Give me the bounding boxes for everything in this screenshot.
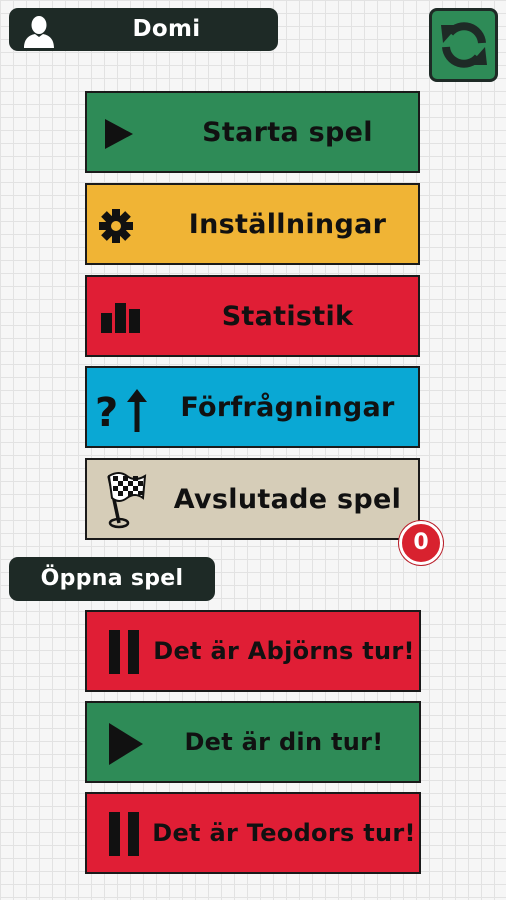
user-bar[interactable]: Domi — [9, 8, 278, 51]
question-arrow-icon: ? — [95, 388, 151, 439]
finished-games-button[interactable]: Avslutade spel — [85, 458, 420, 540]
game-item-abjorn[interactable]: Det är Abjörns tur! — [85, 610, 421, 692]
game-item-label: Det är Abjörns tur! — [153, 637, 415, 665]
settings-label: Inställningar — [188, 208, 387, 240]
game-item-label: Det är Teodors tur! — [152, 819, 416, 847]
play-icon — [107, 723, 143, 771]
username: Domi — [132, 16, 201, 42]
finished-games-label: Avslutade spel — [173, 483, 402, 515]
gear-icon — [99, 209, 133, 250]
pause-icon — [107, 630, 141, 680]
svg-text:?: ? — [95, 390, 119, 432]
start-game-button[interactable]: Starta spel — [85, 91, 420, 173]
start-game-label: Starta spel — [202, 116, 373, 148]
open-games-header: Öppna spel — [9, 557, 215, 601]
game-item-teodor[interactable]: Det är Teodors tur! — [85, 792, 421, 874]
checkered-flag-icon — [105, 470, 147, 537]
game-item-your-turn[interactable]: Det är din tur! — [85, 701, 421, 783]
refresh-button[interactable] — [429, 8, 498, 82]
bar-chart-icon — [101, 301, 143, 340]
play-icon — [103, 119, 133, 156]
requests-button[interactable]: ? Förfrågningar — [85, 366, 420, 448]
finished-games-count-badge: 0 — [399, 521, 443, 565]
statistics-label: Statistik — [221, 300, 354, 332]
pause-icon — [107, 812, 141, 862]
requests-label: Förfrågningar — [180, 391, 395, 423]
settings-button[interactable]: Inställningar — [85, 183, 420, 265]
game-item-label: Det är din tur! — [184, 728, 384, 756]
person-silhouette-icon — [23, 14, 55, 48]
refresh-arrows-icon — [441, 22, 487, 68]
statistics-button[interactable]: Statistik — [85, 275, 420, 357]
